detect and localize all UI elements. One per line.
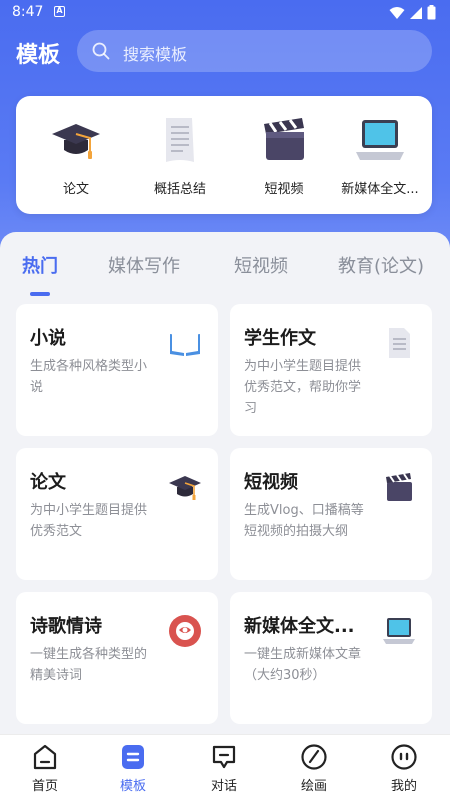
clapperboard-icon — [386, 473, 412, 501]
nav-label: 我的 — [390, 779, 417, 794]
graduation-cap-icon — [52, 124, 100, 159]
status-time: 8:47 — [12, 4, 44, 20]
nav-label: 模板 — [119, 779, 146, 794]
nav-label: 对话 — [210, 779, 237, 794]
card-description: 一键生成新媒体文章（大约30秒） — [244, 647, 362, 683]
card-description: 为中小学生题目提供优秀范文，帮助你学习 — [244, 359, 362, 416]
nav-label: 绘画 — [300, 779, 327, 794]
nav-profile[interactable]: 我的 — [359, 735, 449, 800]
card-title: 新媒体全文... — [244, 616, 355, 637]
notification-a-icon: A — [54, 6, 65, 17]
document-icon — [166, 118, 194, 162]
card-description: 生成各种风格类型小说 — [30, 359, 148, 395]
nav-label: 首页 — [31, 779, 58, 794]
template-card-paper[interactable]: 论文 为中小学生题目提供优秀范文 — [16, 448, 218, 580]
template-panel: 热门 媒体写作 短视频 教育(论文) 小说 生成各种风格类型小说 学生作文 为中… — [0, 232, 450, 734]
graduation-cap-icon — [169, 476, 201, 500]
card-title: 小说 — [30, 328, 66, 349]
tab-education[interactable]: 教育(论文) — [338, 252, 424, 278]
quick-item-paper[interactable]: 论文 — [24, 96, 128, 214]
search-placeholder: 搜索模板 — [123, 45, 188, 64]
quick-item-label: 新媒体全文... — [341, 182, 419, 197]
template-card-short-video[interactable]: 短视频 生成Vlog、口播稿等短视频的拍摄大纲 — [230, 448, 432, 580]
bottom-navigation: 首页 模板 对话 绘画 我的 — [0, 734, 450, 800]
nav-chat[interactable]: 对话 — [179, 735, 269, 800]
template-card-novel[interactable]: 小说 生成各种风格类型小说 — [16, 304, 218, 436]
nav-drawing[interactable]: 绘画 — [269, 735, 359, 800]
template-icon — [122, 745, 144, 769]
tab-hot[interactable]: 热门 — [22, 252, 58, 278]
chat-icon — [212, 745, 236, 769]
template-card-poetry[interactable]: 诗歌情诗 一键生成各种类型的精美诗词 — [16, 592, 218, 724]
search-input[interactable]: 搜索模板 — [77, 30, 432, 72]
quick-item-short-video[interactable]: 短视频 — [232, 96, 336, 214]
clapperboard-icon — [264, 118, 304, 160]
card-description: 生成Vlog、口播稿等短视频的拍摄大纲 — [244, 503, 364, 539]
profile-icon — [391, 744, 417, 770]
quick-item-label: 论文 — [62, 182, 89, 197]
category-tabs: 热门 媒体写作 短视频 教育(论文) — [0, 252, 450, 292]
quick-templates-card: 论文 概括总结 短视频 新媒体全文... — [16, 96, 432, 214]
laptop-icon — [383, 618, 415, 644]
card-description: 为中小学生题目提供优秀范文 — [30, 503, 148, 539]
signal-icon — [410, 6, 422, 19]
status-bar: 8:47 A — [0, 0, 450, 26]
battery-icon — [427, 5, 436, 20]
tab-short-video[interactable]: 短视频 — [234, 252, 288, 278]
card-description: 一键生成各种类型的精美诗词 — [30, 647, 148, 683]
page-title: 模板 — [16, 43, 61, 68]
card-title: 论文 — [30, 472, 66, 493]
tab-media-writing[interactable]: 媒体写作 — [108, 252, 180, 278]
active-tab-indicator — [30, 292, 50, 296]
nav-home[interactable]: 首页 — [0, 735, 90, 800]
nav-templates[interactable]: 模板 — [88, 735, 178, 800]
book-icon — [170, 333, 200, 356]
search-icon — [92, 42, 110, 60]
quick-item-summary[interactable]: 概括总结 — [128, 96, 232, 214]
template-card-new-media[interactable]: 新媒体全文... 一键生成新媒体文章（大约30秒） — [230, 592, 432, 724]
wifi-icon — [389, 6, 405, 19]
compass-icon — [301, 744, 327, 770]
quick-item-new-media[interactable]: 新媒体全文... — [328, 96, 432, 214]
quick-item-label: 短视频 — [264, 182, 304, 197]
card-title: 短视频 — [244, 472, 298, 493]
quick-item-label: 概括总结 — [153, 182, 206, 197]
card-title: 诗歌情诗 — [30, 616, 102, 637]
laptop-icon — [356, 120, 404, 160]
document-icon — [389, 328, 410, 358]
template-card-student-essay[interactable]: 学生作文 为中小学生题目提供优秀范文，帮助你学习 — [230, 304, 432, 436]
card-title: 学生作文 — [244, 328, 316, 349]
poem-badge-icon — [169, 615, 201, 647]
home-icon — [33, 744, 57, 770]
